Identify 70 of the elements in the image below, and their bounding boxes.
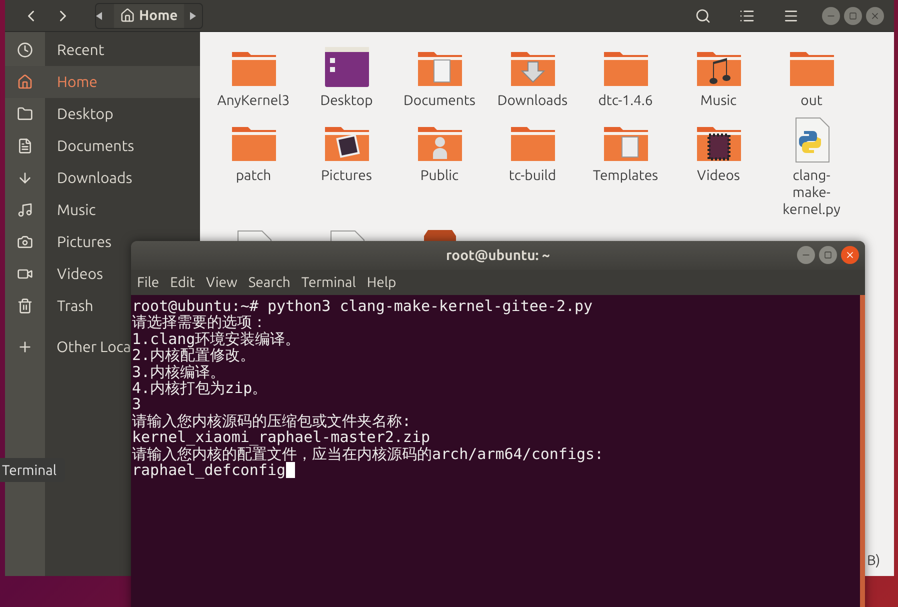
- folder-tile[interactable]: dtc-1.4.6: [579, 42, 672, 109]
- plus-icon: [16, 339, 33, 355]
- folder-tile[interactable]: Public: [393, 117, 486, 218]
- sidebar-item[interactable]: Desktop: [5, 98, 200, 130]
- minimize-button[interactable]: [822, 6, 840, 24]
- folder-tile[interactable]: AnyKernel3: [207, 42, 300, 109]
- terminal-line: 4.内核打包为zip。: [132, 380, 268, 396]
- menu-item[interactable]: Edit: [170, 272, 195, 293]
- terminal-line: 2.内核配置修改。: [132, 347, 256, 364]
- sidebar-item[interactable]: Pictures: [5, 226, 131, 258]
- terminal-line: 3.内核编译。: [132, 364, 226, 380]
- close-button[interactable]: [866, 6, 884, 24]
- folder-tile[interactable]: patch: [207, 117, 300, 218]
- sidebar-item[interactable]: Trash: [5, 290, 131, 322]
- window-title: root@ubuntu: ~: [446, 246, 550, 265]
- terminal-line: 请选择需要的选项：: [132, 314, 267, 331]
- clock-icon: [17, 42, 33, 58]
- sidebar-item[interactable]: Videos: [5, 258, 131, 290]
- terminal-line: 3: [132, 396, 142, 413]
- close-icon: [870, 10, 880, 20]
- maximize-button[interactable]: [844, 6, 862, 24]
- close-button[interactable]: [841, 246, 859, 264]
- terminal-line: root@ubuntu:~# python3 clang-make-kernel-gitee-2.py: [132, 298, 593, 314]
- search-icon: [695, 8, 711, 24]
- folder-tile[interactable]: Desktop: [300, 42, 393, 109]
- home-icon: [120, 8, 135, 23]
- folder-tile[interactable]: tc-build: [486, 117, 579, 218]
- path-button[interactable]: Home: [114, 4, 184, 28]
- terminal-line: raphael_defconfig: [132, 462, 286, 478]
- folder-tile[interactable]: Pictures: [300, 117, 393, 218]
- python-file-icon: [794, 117, 830, 163]
- folder-tile[interactable]: Downloads: [486, 42, 579, 109]
- sidebar-item[interactable]: Home: [5, 66, 200, 98]
- document-icon: [17, 138, 33, 154]
- menu-item[interactable]: View: [206, 272, 238, 293]
- terminal-line: 请输入您内核的配置文件，应当在内核源码的arch/arm64/configs:: [132, 446, 604, 462]
- camera-icon: [17, 234, 33, 250]
- folder-tile[interactable]: Videos: [672, 117, 765, 218]
- list-icon: [739, 8, 755, 24]
- folder-tile[interactable]: Music: [672, 42, 765, 109]
- sidebar-item[interactable]: Downloads: [5, 162, 200, 194]
- maximize-icon: [849, 12, 857, 20]
- folder-tile[interactable]: Templates: [579, 117, 672, 218]
- terminal-line: 请输入您内核源码的压缩包或文件夹名称:: [132, 412, 412, 430]
- home-icon: [17, 74, 33, 90]
- menu-item[interactable]: Search: [248, 272, 290, 293]
- minimize-button[interactable]: [797, 246, 815, 264]
- sidebar-item[interactable]: Music: [5, 194, 200, 226]
- close-icon: [845, 250, 855, 260]
- sidebar-item[interactable]: Other Loca: [5, 331, 131, 363]
- cursor-icon: [286, 462, 295, 478]
- menu-item[interactable]: Terminal: [301, 272, 356, 293]
- music-note-icon: [17, 202, 33, 218]
- folder-icon: [17, 106, 33, 122]
- script-tile[interactable]: clang-make-kernel.py: [765, 117, 858, 218]
- maximize-button[interactable]: [819, 246, 837, 264]
- sidebar-item[interactable]: Documents: [5, 130, 200, 162]
- sidebar-item[interactable]: Recent: [5, 34, 200, 66]
- desktop-folder-icon: [322, 46, 370, 88]
- maximize-icon: [824, 251, 832, 259]
- left-triangle-icon: [96, 12, 102, 20]
- terminal-line: 1.clang环境安装编译。: [132, 330, 300, 348]
- folder-tile[interactable]: out: [765, 42, 858, 109]
- right-triangle-icon: [190, 12, 196, 20]
- trash-icon: [17, 298, 33, 314]
- menu-icon: [783, 8, 799, 24]
- terminal-line: kernel_xiaomi_raphael-master2.zip: [132, 429, 430, 446]
- folder-tile[interactable]: Documents: [393, 42, 486, 109]
- menu-item[interactable]: File: [137, 272, 160, 293]
- menu-item[interactable]: Help: [366, 272, 396, 293]
